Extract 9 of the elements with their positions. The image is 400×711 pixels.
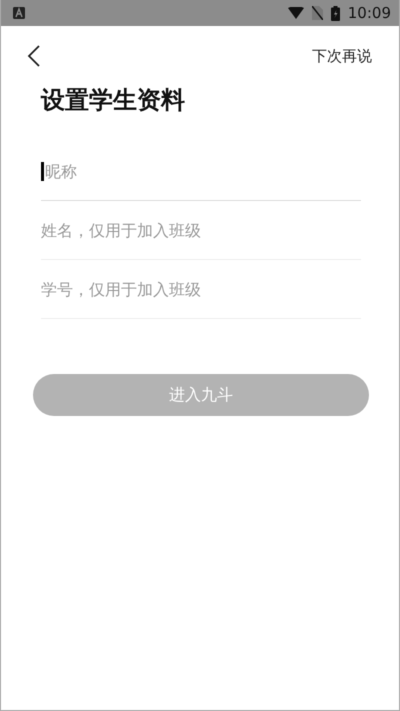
clock-time: 10:09 (348, 4, 391, 22)
page-title: 设置学生资料 (41, 85, 186, 116)
input-field[interactable]: 学号，仅用于加入班级 (41, 260, 361, 319)
input-field[interactable]: 姓名，仅用于加入班级 (41, 201, 361, 260)
notification-icon (13, 7, 25, 19)
no-sim-icon (312, 6, 323, 20)
wifi-icon (288, 7, 304, 19)
skip-button[interactable]: 下次再说 (312, 46, 372, 66)
battery-icon (330, 6, 340, 20)
